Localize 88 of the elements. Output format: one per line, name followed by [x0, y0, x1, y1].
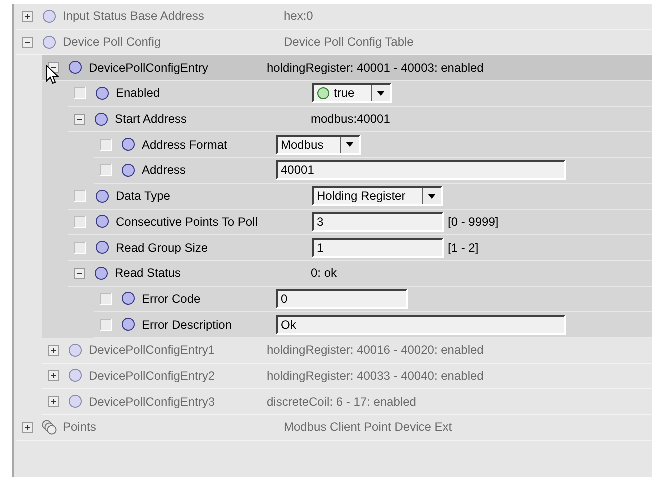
tree-row[interactable]: Read Status 0: ok — [68, 260, 652, 287]
dropdown[interactable]: true — [312, 83, 392, 104]
tree-row[interactable]: Address 40001 — [94, 158, 652, 184]
property-name: Read Group Size — [115, 240, 210, 255]
circle-icon — [94, 266, 109, 281]
circle-icon — [42, 34, 57, 50]
tree-row[interactable]: Enabled true — [68, 81, 652, 107]
tree-row[interactable]: Address Format Modbus — [94, 132, 652, 158]
property-name: Address Format — [141, 138, 228, 152]
property-value: Modbus Client Point Device Ext — [284, 420, 452, 434]
tree-row[interactable]: Read Group Size 1 [1 - 2] — [68, 235, 652, 261]
tree-row[interactable]: Error Code 0 — [94, 286, 652, 312]
empty-toggle — [100, 138, 112, 151]
expand-toggle[interactable] — [48, 344, 59, 356]
property-value: holdingRegister: 40016 - 40020: enabled — [267, 343, 484, 358]
property-name: Device Poll Config — [62, 35, 162, 50]
circle-icon — [68, 60, 83, 76]
circle-icon — [121, 291, 136, 306]
empty-toggle — [100, 164, 112, 176]
empty-toggle — [74, 216, 86, 228]
property-value: holdingRegister: 40001 - 40003: enabled — [267, 60, 484, 75]
collapse-toggle[interactable] — [74, 268, 85, 279]
tree-row[interactable]: Data Type Holding Register — [68, 184, 652, 210]
dropdown-arrow-icon — [376, 90, 385, 96]
empty-toggle — [74, 87, 86, 100]
expand-toggle[interactable] — [48, 396, 59, 408]
property-name: DevicePollConfigEntry3 — [88, 394, 216, 409]
expand-toggle[interactable] — [48, 370, 59, 382]
circle-icon — [94, 112, 109, 127]
dropdown-arrow-icon — [346, 142, 354, 148]
property-name: DevicePollConfigEntry1 — [88, 343, 216, 358]
circle-icon — [95, 188, 110, 204]
input-field[interactable]: 1 — [312, 238, 444, 258]
circle-icon — [95, 214, 110, 230]
tree-row[interactable]: DevicePollConfigEntry3 discreteCoil: 6 - 17: enabled — [42, 389, 652, 415]
circle-icon — [121, 162, 136, 178]
empty-toggle — [100, 318, 112, 331]
tree-row[interactable]: Input Status Base Address hex:0 — [16, 4, 652, 30]
property-name: DevicePollConfigEntry — [88, 60, 210, 75]
circle-icon — [95, 86, 110, 101]
tree-row[interactable]: Points Modbus Client Point Device Ext — [16, 415, 652, 441]
empty-toggle — [100, 292, 112, 305]
property-name: Points — [62, 420, 98, 434]
property-value: hex:0 — [284, 9, 314, 24]
collapse-toggle[interactable] — [74, 114, 85, 125]
property-name: Start Address — [114, 112, 188, 126]
property-name: Error Description — [141, 318, 234, 332]
input-field[interactable]: 40001 — [276, 160, 566, 180]
property-value: 0: ok — [311, 266, 338, 280]
property-name: Consecutive Points To Poll — [115, 214, 259, 229]
property-name: DevicePollConfigEntry2 — [88, 368, 216, 383]
circle-icon — [121, 317, 136, 332]
range-hint: [1 - 2] — [448, 240, 479, 255]
property-name: Error Code — [141, 292, 202, 306]
input-field[interactable]: Ok — [276, 314, 566, 335]
tree-row[interactable]: Consecutive Points To Poll 3 [0 - 9999] — [68, 210, 652, 236]
property-value: discreteCoil: 6 - 17: enabled — [267, 394, 416, 409]
circle-icon — [121, 137, 136, 152]
property-name: Enabled — [115, 86, 162, 100]
circle-icon — [68, 394, 83, 410]
property-value: modbus:40001 — [311, 112, 390, 126]
dropdown[interactable]: Holding Register — [312, 186, 443, 206]
dropdown[interactable]: Modbus — [276, 134, 361, 155]
circle-icon — [42, 8, 57, 24]
tree-row[interactable]: DevicePollConfigEntry holdingRegister: 40001 - 40003: enabled — [42, 55, 652, 82]
expand-toggle[interactable] — [22, 422, 33, 433]
input-field[interactable]: 3 — [312, 212, 444, 232]
property-value: holdingRegister: 40033 - 40040: enabled — [267, 368, 484, 383]
tree-row[interactable]: DevicePollConfigEntry1 holdingRegister: 40016 - 40020: enabled — [42, 338, 652, 364]
empty-toggle — [74, 242, 86, 254]
range-hint: [0 - 9999] — [448, 214, 499, 229]
collapse-toggle[interactable] — [22, 36, 33, 48]
tree-row[interactable]: Start Address modbus:40001 — [68, 106, 652, 132]
tree-row[interactable]: Error Description Ok — [94, 312, 652, 338]
expand-toggle[interactable] — [22, 10, 33, 22]
property-name: Data Type — [115, 189, 172, 204]
circle-icon — [68, 342, 83, 358]
property-name: Read Status — [114, 266, 182, 280]
input-field[interactable]: 0 — [276, 288, 408, 309]
property-name: Address — [141, 163, 188, 178]
dropdown-arrow-icon — [428, 194, 436, 199]
property-name: Input Status Base Address — [62, 9, 206, 24]
stacked-circles-icon — [42, 420, 57, 435]
property-value: Device Poll Config Table — [284, 35, 414, 50]
empty-toggle — [74, 190, 86, 202]
tree-row[interactable]: DevicePollConfigEntry2 holdingRegister: 40033 - 40040: enabled — [42, 364, 652, 390]
circle-icon — [95, 240, 110, 256]
circle-icon — [68, 368, 83, 384]
